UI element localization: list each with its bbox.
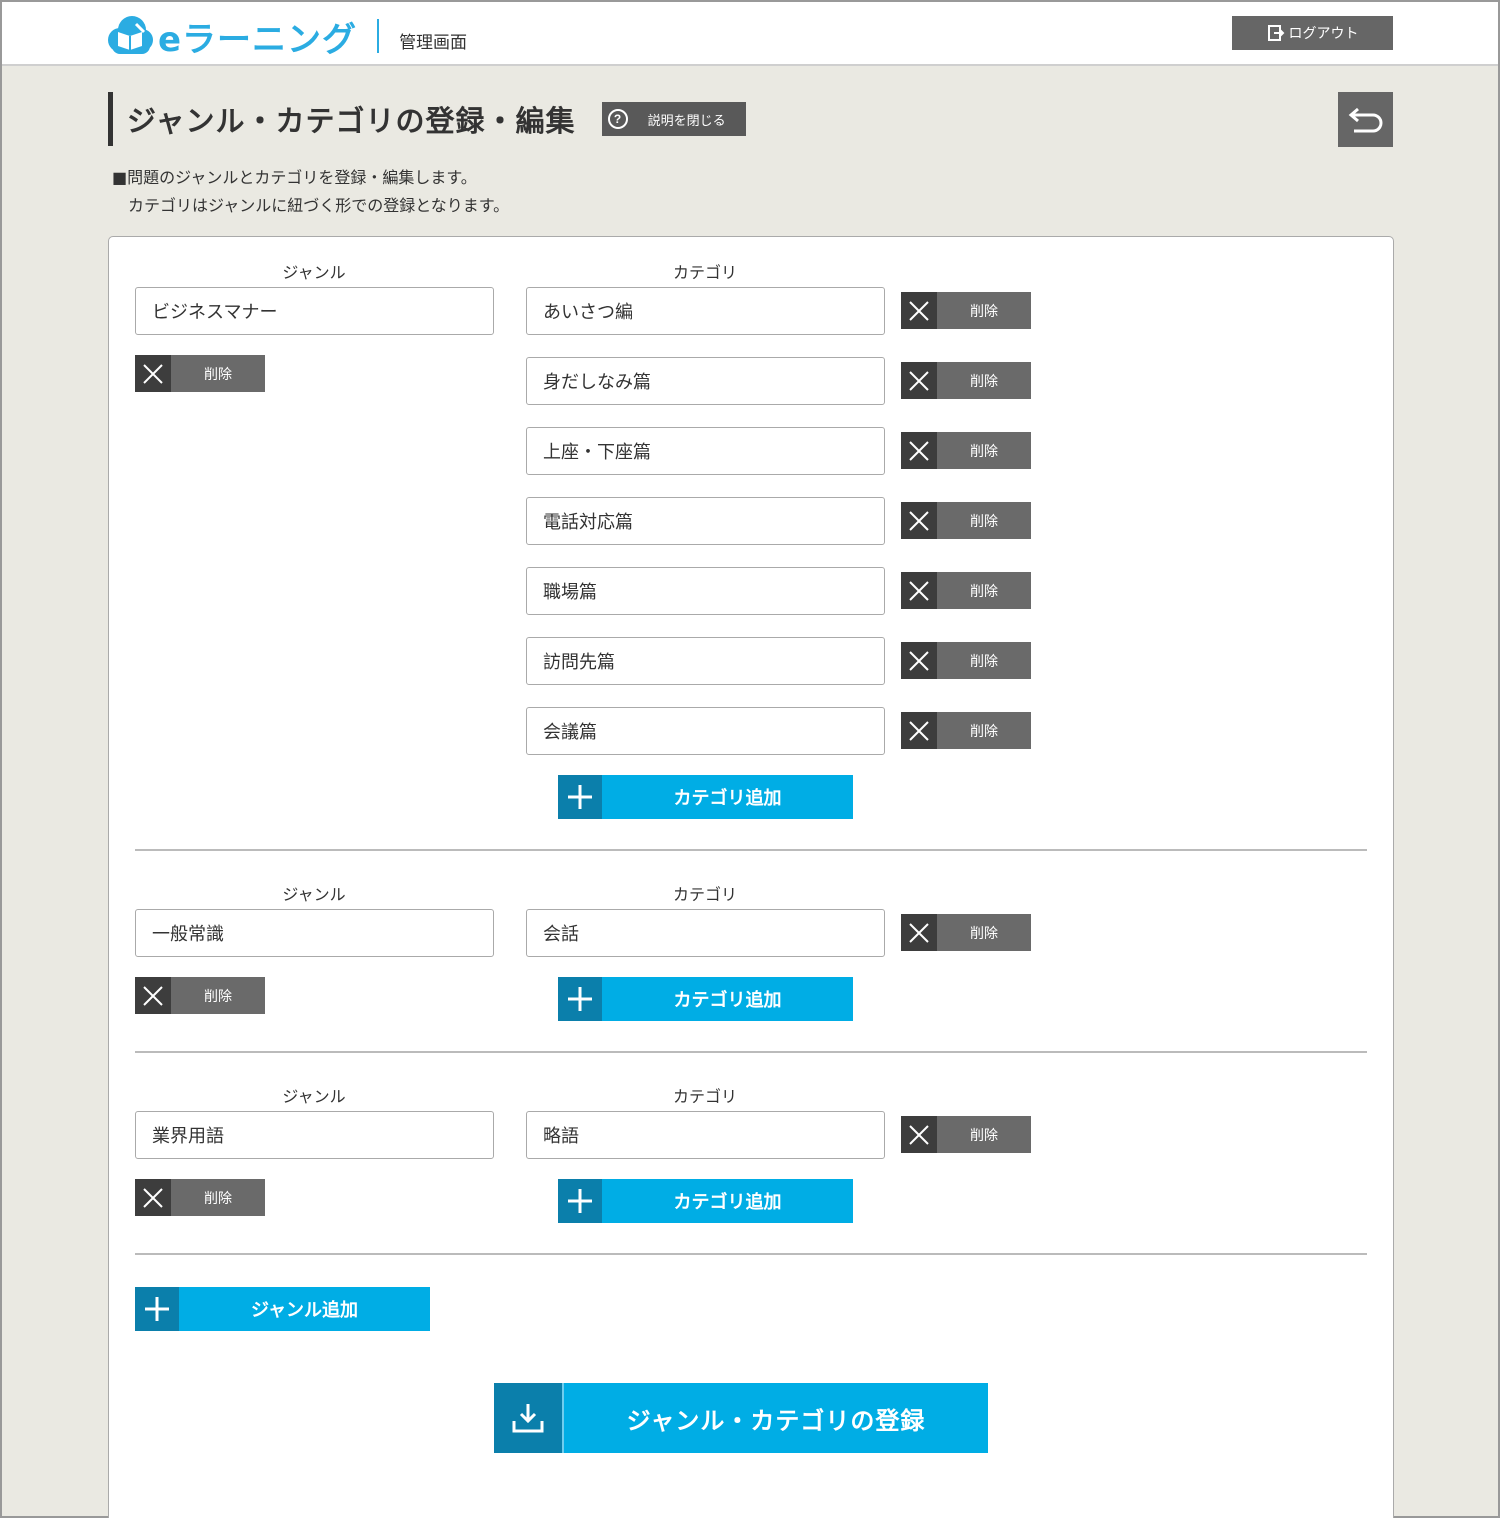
delete-category-button[interactable]: 削除 (901, 1116, 1031, 1153)
description-line-2: カテゴリはジャンルに紐づく形での登録となります。 (128, 196, 510, 215)
delete-category-button[interactable]: 削除 (901, 432, 1031, 469)
plus-icon (558, 977, 602, 1021)
genre-name-field[interactable]: 一般常識 (135, 909, 494, 957)
logo-divider (377, 19, 380, 53)
cloud-book-icon (106, 14, 154, 58)
add-category-label: カテゴリ追加 (673, 990, 782, 1011)
add-category-button[interactable]: カテゴリ追加 (558, 977, 853, 1021)
close-x-icon (135, 1179, 171, 1216)
question-icon: ? (607, 109, 628, 129)
delete-label: 削除 (970, 373, 998, 390)
logout-button[interactable]: ログアウト (1232, 16, 1393, 50)
page-description: ■問題のジャンルとカテゴリを登録・編集します。 カテゴリはジャンルに紐づく形での… (112, 164, 509, 220)
back-button[interactable] (1338, 92, 1393, 147)
genre-label: ジャンル (282, 885, 346, 904)
delete-genre-button[interactable]: 削除 (135, 1179, 265, 1216)
return-arrow-icon (1348, 107, 1382, 132)
plus-icon (135, 1287, 179, 1331)
category-name-field[interactable]: 身だしなみ篇 (526, 357, 885, 405)
add-category-button[interactable]: カテゴリ追加 (558, 775, 853, 819)
add-category-button[interactable]: カテゴリ追加 (558, 1179, 853, 1223)
add-genre-label: ジャンル追加 (250, 1300, 359, 1321)
category-name-field[interactable]: 職場篇 (526, 567, 885, 615)
delete-category-button[interactable]: 削除 (901, 292, 1031, 329)
delete-label: 削除 (970, 925, 998, 942)
app-header: eラーニング 管理画面 ログアウト (2, 2, 1498, 66)
genre-name-field[interactable]: ビジネスマナー (135, 287, 494, 335)
register-button[interactable]: ジャンル・カテゴリの登録 (494, 1383, 988, 1453)
category-label: カテゴリ (672, 263, 737, 282)
delete-label: 削除 (970, 1127, 998, 1144)
category-label: カテゴリ (672, 1087, 737, 1106)
logo-subtitle: 管理画面 (399, 32, 468, 53)
add-category-label: カテゴリ追加 (673, 1192, 782, 1213)
delete-label: 削除 (204, 366, 232, 383)
delete-category-button[interactable]: 削除 (901, 642, 1031, 679)
close-x-icon (135, 977, 171, 1014)
category-name-field[interactable]: 訪問先篇 (526, 637, 885, 685)
close-x-icon (901, 642, 937, 679)
close-x-icon (901, 572, 937, 609)
delete-category-button[interactable]: 削除 (901, 914, 1031, 951)
delete-label: 削除 (204, 988, 232, 1005)
logout-icon (1267, 25, 1284, 41)
close-x-icon (901, 292, 937, 329)
delete-label: 削除 (970, 583, 998, 600)
category-name-field[interactable]: あいさつ編 (526, 287, 885, 335)
category-label: カテゴリ (672, 885, 737, 904)
category-name-field[interactable]: 電話対応篇 (526, 497, 885, 545)
delete-label: 削除 (204, 1190, 232, 1207)
page-title-bar: ジャンル・カテゴリの登録・編集 ? 説明を閉じる (108, 92, 746, 146)
section-divider (135, 849, 1367, 851)
delete-category-button[interactable]: 削除 (901, 502, 1031, 539)
close-x-icon (901, 502, 937, 539)
add-genre-button[interactable]: ジャンル追加 (135, 1287, 430, 1331)
section-divider (135, 1051, 1367, 1053)
logout-label: ログアウト (1288, 25, 1359, 41)
close-x-icon (901, 914, 937, 951)
delete-label: 削除 (970, 443, 998, 460)
genre-label: ジャンル (282, 263, 346, 282)
description-line-1: ■問題のジャンルとカテゴリを登録・編集します。 (112, 168, 477, 187)
delete-label: 削除 (970, 303, 998, 320)
category-name-field[interactable]: 上座・下座篇 (526, 427, 885, 475)
page-title: ジャンル・カテゴリの登録・編集 (127, 104, 576, 138)
close-x-icon (901, 362, 937, 399)
category-name-field[interactable]: 会議篇 (526, 707, 885, 755)
close-x-icon (901, 712, 937, 749)
app-logo[interactable]: eラーニング 管理画面 (106, 14, 468, 60)
delete-label: 削除 (970, 513, 998, 530)
genre-category-panel: ジャンル追加 ジャンル・カテゴリの登録 ジャンル カテゴリ ビジネスマナー 削除 あいさ… (108, 236, 1394, 1518)
delete-category-button[interactable]: 削除 (901, 712, 1031, 749)
category-name-field[interactable]: 会話 (526, 909, 885, 957)
add-category-label: カテゴリ追加 (673, 788, 782, 809)
delete-label: 削除 (970, 653, 998, 670)
delete-category-button[interactable]: 削除 (901, 572, 1031, 609)
register-label: ジャンル・カテゴリの登録 (626, 1406, 926, 1435)
delete-category-button[interactable]: 削除 (901, 362, 1031, 399)
close-x-icon (135, 355, 171, 392)
close-x-icon (901, 432, 937, 469)
genre-name-field[interactable]: 業界用語 (135, 1111, 494, 1159)
close-help-label: 説明を閉じる (647, 112, 726, 128)
plus-icon (558, 775, 602, 819)
genre-label: ジャンル (282, 1087, 346, 1106)
delete-genre-button[interactable]: 削除 (135, 355, 265, 392)
close-x-icon (901, 1116, 937, 1153)
close-help-button[interactable]: ? 説明を閉じる (601, 102, 746, 136)
download-tray-icon (494, 1383, 564, 1453)
section-divider (135, 1253, 1367, 1255)
category-name-field[interactable]: 略語 (526, 1111, 885, 1159)
delete-genre-button[interactable]: 削除 (135, 977, 265, 1014)
delete-label: 削除 (970, 723, 998, 740)
logo-text: eラーニング (158, 19, 358, 60)
plus-icon (558, 1179, 602, 1223)
